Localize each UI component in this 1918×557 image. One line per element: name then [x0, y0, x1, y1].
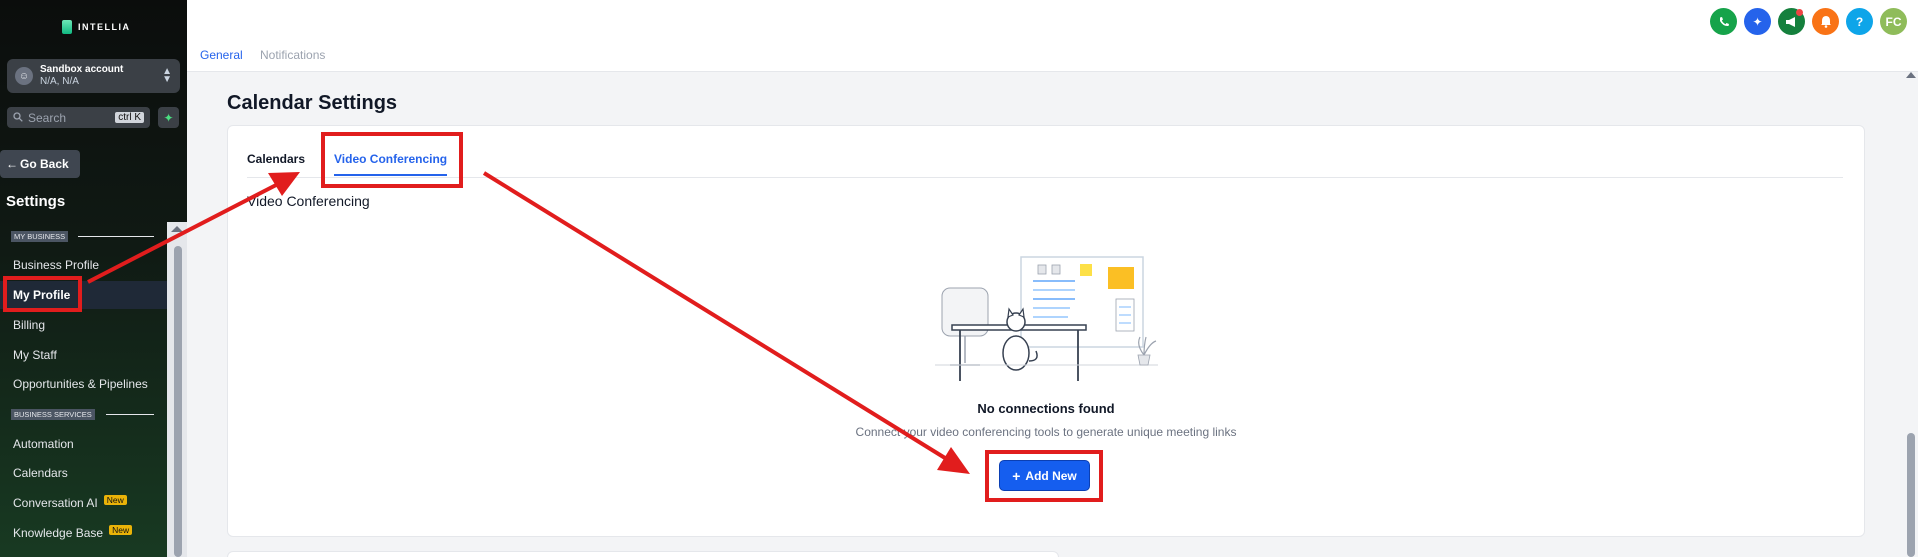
main-scroll-thumb[interactable]	[1907, 433, 1915, 557]
chevron-updown-icon: ▲ ▼	[162, 66, 172, 85]
sidebar-item-my-staff[interactable]: My Staff	[13, 348, 57, 362]
user-avatar[interactable]: FC	[1880, 8, 1907, 35]
settings-title: Settings	[6, 193, 66, 210]
logo[interactable]: INTELLIA	[62, 20, 131, 34]
scroll-up-icon[interactable]	[1906, 72, 1916, 78]
scroll-up-icon[interactable]	[171, 226, 183, 232]
section-divider	[106, 414, 154, 415]
account-name: Sandbox account	[40, 64, 124, 75]
ai-spark-icon[interactable]: ✦	[158, 107, 179, 128]
annotation-box-my-profile	[3, 276, 82, 312]
new-badge: New	[103, 495, 127, 505]
go-back-button[interactable]: ← Go Back	[0, 150, 80, 178]
search-input[interactable]: Search ctrl K	[7, 107, 150, 128]
account-switcher[interactable]: ☺ Sandbox account N/A, N/A ▲ ▼	[7, 59, 180, 93]
search-shortcut: ctrl K	[115, 112, 144, 123]
empty-state-title: No connections found	[977, 401, 1115, 416]
new-badge: New	[109, 525, 133, 535]
account-icon: ☺	[15, 67, 33, 85]
sidebar-item-knowledge-base[interactable]: Knowledge Base New	[13, 525, 133, 540]
sidebar-item-conversation-ai[interactable]: Conversation AI New	[13, 495, 127, 510]
search-icon	[13, 111, 23, 125]
logo-mark-icon	[62, 20, 72, 34]
section-divider	[78, 236, 154, 237]
sidebar-item-opportunities[interactable]: Opportunities & Pipelines	[13, 377, 148, 391]
sidebar-item-billing[interactable]: Billing	[13, 318, 45, 332]
empty-state-subtitle: Connect your video conferencing tools to…	[855, 425, 1237, 439]
sidebar-item-calendars[interactable]: Calendars	[13, 466, 68, 480]
sidebar-item-label: Conversation AI	[13, 496, 98, 510]
section-business-services: BUSINESS SERVICES	[11, 409, 95, 420]
arrow-left-icon: ←	[6, 157, 18, 171]
sidebar-scroll-thumb[interactable]	[174, 246, 182, 557]
sidebar-item-business-profile[interactable]: Business Profile	[13, 258, 99, 272]
account-location: N/A, N/A	[40, 76, 79, 87]
sidebar-item-label: Knowledge Base	[13, 526, 104, 540]
logo-text: INTELLIA	[78, 22, 131, 32]
section-my-business: MY BUSINESS	[11, 231, 69, 242]
go-back-label: Go Back	[20, 157, 69, 171]
annotation-box-add-new	[985, 450, 1103, 502]
annotation-box-video-tab	[321, 132, 463, 188]
search-placeholder: Search	[28, 110, 67, 125]
sidebar-item-automation[interactable]: Automation	[13, 437, 74, 451]
